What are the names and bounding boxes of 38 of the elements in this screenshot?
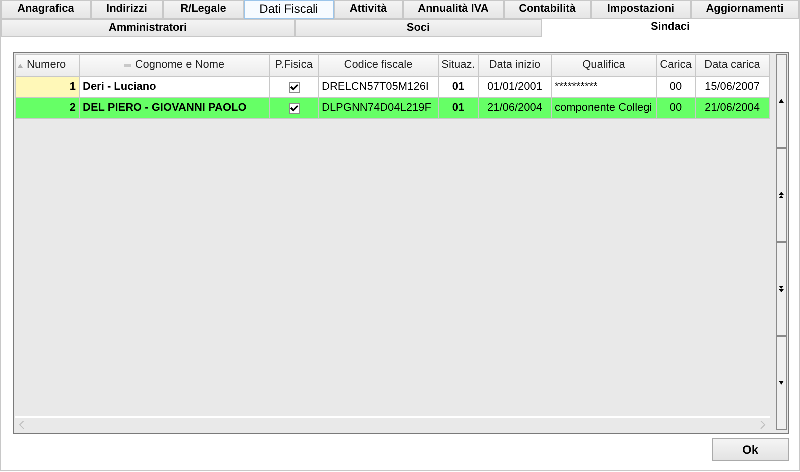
table-cell: DEL PIERO - GIOVANNI PAOLO	[80, 98, 270, 118]
tab[interactable]: Annualità IVA	[403, 0, 504, 19]
ok-button[interactable]: Ok	[712, 438, 789, 461]
table-cell: 1	[16, 76, 80, 98]
tab[interactable]: Amministratori	[1, 19, 295, 37]
last-button[interactable]	[776, 336, 787, 430]
table-cell: 2	[16, 98, 80, 118]
double-up-arrow-icon	[779, 192, 784, 198]
table-cell: 01	[438, 98, 478, 118]
table-cell: DLPGNN74D04L219F	[318, 98, 438, 118]
double-down-arrow-icon	[779, 286, 784, 292]
table-cell: 21/06/2004	[478, 98, 552, 118]
down-arrow-icon	[779, 381, 784, 385]
table-cell: 00	[656, 76, 696, 98]
table-cell: 21/06/2004	[696, 98, 770, 118]
tab[interactable]: Soci	[295, 19, 542, 37]
tab[interactable]: Impostazioni	[591, 0, 691, 19]
table-cell: 15/06/2007	[696, 76, 770, 98]
tab[interactable]: Anagrafica	[1, 0, 91, 19]
table-cell: 01/01/2001	[478, 76, 552, 98]
table-cell: 00	[656, 98, 696, 118]
table-cell: **********	[552, 76, 656, 98]
checkbox[interactable]	[288, 102, 300, 114]
checkbox[interactable]	[288, 82, 300, 93]
tab[interactable]: Contabilità	[504, 0, 591, 19]
page-down-button[interactable]	[776, 242, 787, 336]
tab[interactable]: Dati Fiscali	[244, 0, 334, 19]
table-cell: Deri - Luciano	[80, 76, 270, 98]
tab[interactable]: Indirizzi	[91, 0, 163, 19]
tab[interactable]: Aggiornamenti	[691, 0, 799, 19]
up-arrow-icon	[779, 99, 784, 103]
table-cell: 01	[438, 76, 478, 98]
tab[interactable]: R/Legale	[163, 0, 244, 19]
first-button[interactable]	[776, 54, 787, 148]
page-up-button[interactable]	[776, 148, 787, 242]
table-cell: componente Collegi	[552, 98, 656, 118]
tab[interactable]: Attività	[334, 0, 403, 19]
table-cell: DRELCN57T05M126I	[318, 76, 438, 98]
